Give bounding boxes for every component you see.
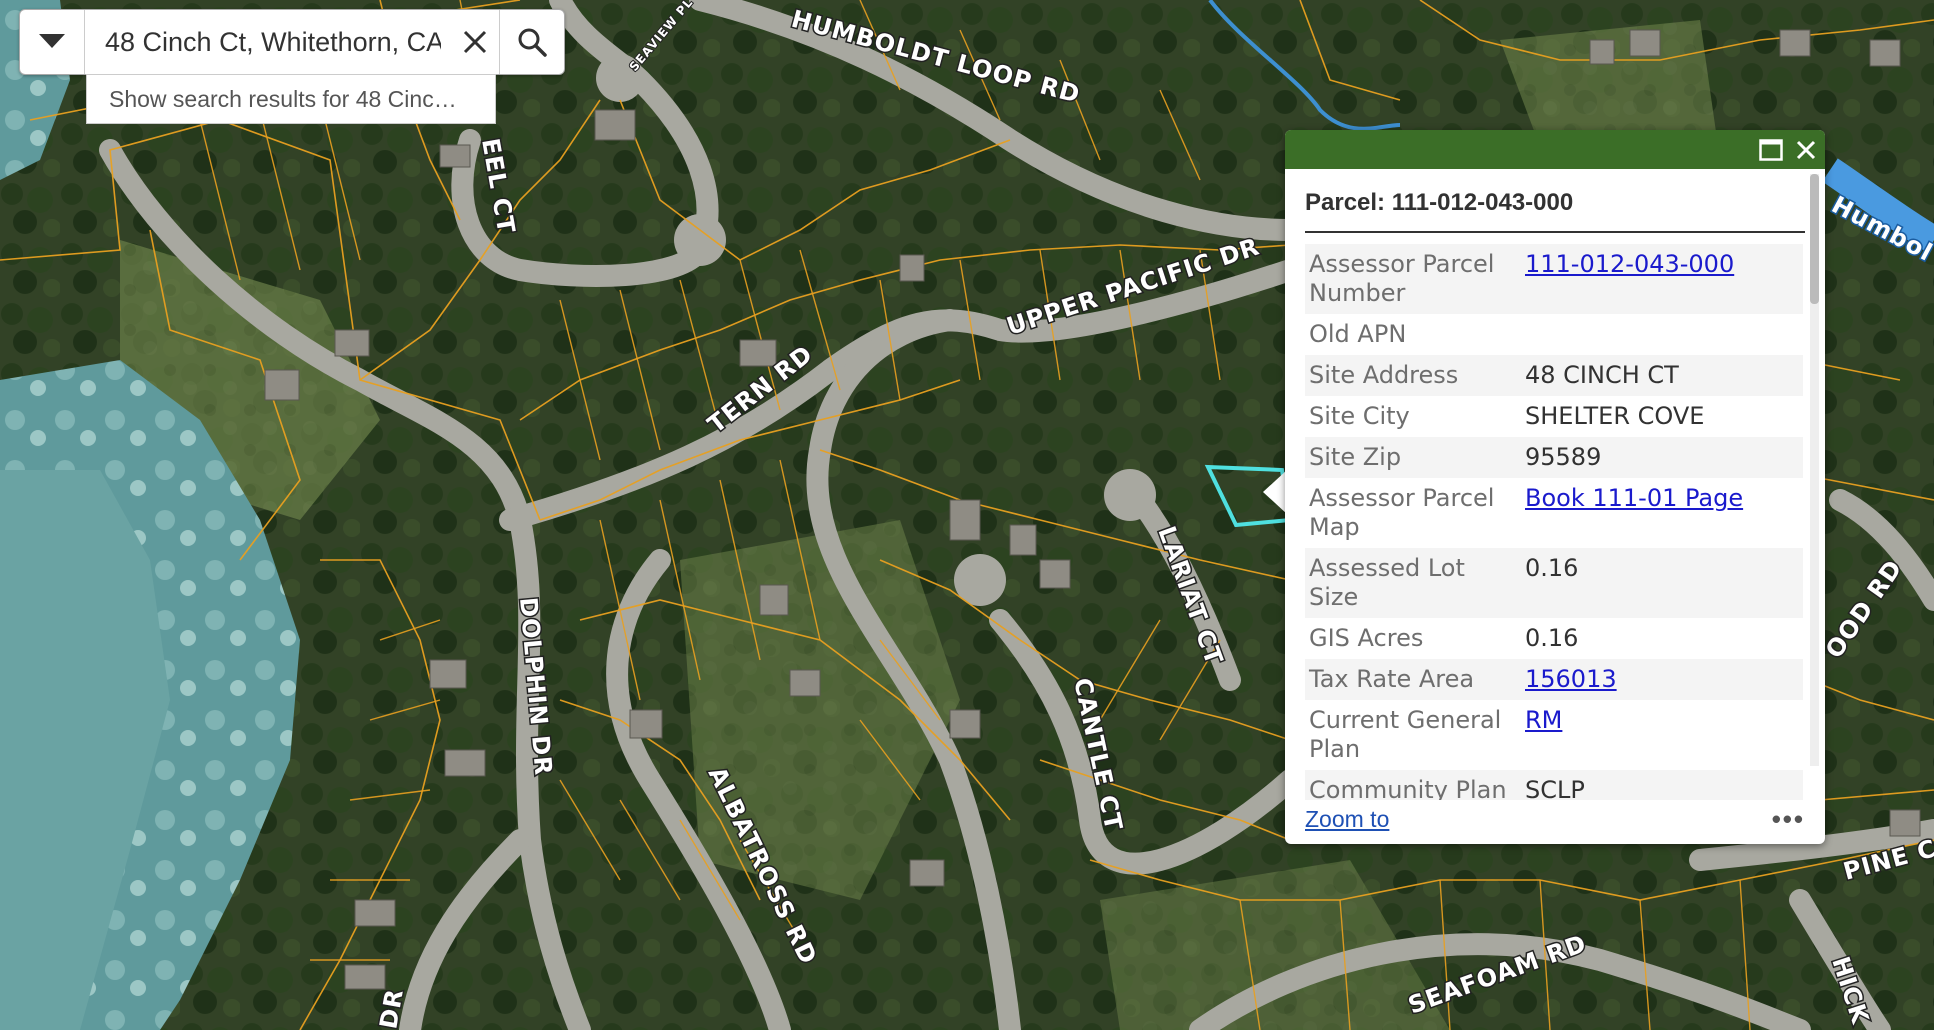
attribute-link[interactable]: 156013 xyxy=(1525,665,1617,693)
popup-footer: Zoom to ••• xyxy=(1305,804,1805,834)
attribute-row: Assessed Lot Size 0.16 xyxy=(1305,548,1803,618)
search-button[interactable] xyxy=(500,10,564,74)
attribute-value: 0.16 xyxy=(1525,554,1579,582)
popup-header xyxy=(1285,130,1825,169)
maximize-icon xyxy=(1759,138,1783,161)
attribute-value: RM xyxy=(1521,700,1803,770)
attribute-row: Current General Plan RM xyxy=(1305,700,1803,770)
maximize-button[interactable] xyxy=(1759,138,1783,161)
attribute-key: Site City xyxy=(1309,402,1410,430)
popup-content[interactable]: Assessor Parcel Number 111-012-043-000 Old… xyxy=(1305,244,1803,800)
attribute-link[interactable]: RM xyxy=(1525,706,1562,734)
attribute-row: Site City SHELTER COVE xyxy=(1305,396,1803,437)
attribute-value: 156013 xyxy=(1521,659,1803,700)
more-actions-button[interactable]: ••• xyxy=(1772,804,1805,835)
attribute-key: Site Zip xyxy=(1309,443,1402,471)
attribute-value: 111-012-043-000 xyxy=(1521,244,1803,314)
attribute-row: Old APN xyxy=(1305,314,1803,355)
attribute-row: Tax Rate Area 156013 xyxy=(1305,659,1803,700)
attribute-row: Site Address 48 CINCH CT xyxy=(1305,355,1803,396)
attribute-key: GIS Acres xyxy=(1309,624,1424,652)
attribute-key: Current General Plan xyxy=(1309,706,1502,763)
search-suggestion[interactable]: Show search results for 48 Cinc… xyxy=(86,74,496,124)
attribute-key: Site Address xyxy=(1309,361,1459,389)
attribute-value: 48 CINCH CT xyxy=(1525,361,1679,389)
popup-pointer xyxy=(1263,470,1287,514)
popup-title: Parcel: 111-012-043-000 xyxy=(1305,169,1805,233)
attribute-row: Site Zip 95589 xyxy=(1305,437,1803,478)
attribute-key: Assessor Parcel Number xyxy=(1309,250,1495,307)
attribute-row: Community Plan SCLP xyxy=(1305,770,1803,800)
attribute-value xyxy=(1521,314,1803,355)
search-source-dropdown-button[interactable] xyxy=(20,10,85,74)
attribute-key: Community Plan xyxy=(1309,776,1507,800)
attribute-value: SCLP xyxy=(1525,776,1585,800)
attribute-link[interactable]: 111-012-043-000 xyxy=(1525,250,1734,278)
attribute-key: Tax Rate Area xyxy=(1309,665,1475,693)
close-icon xyxy=(1796,140,1816,159)
attribute-value: Book 111-01 Page xyxy=(1521,478,1803,548)
attribute-key: Assessed Lot Size xyxy=(1309,554,1465,611)
attribute-row: Assessor Parcel Number 111-012-043-000 xyxy=(1305,244,1803,314)
search-input[interactable] xyxy=(85,10,451,74)
clear-search-button[interactable] xyxy=(451,10,500,74)
zoom-to-link[interactable]: Zoom to xyxy=(1305,806,1389,833)
attribute-row: GIS Acres 0.16 xyxy=(1305,618,1803,659)
attribute-value: 95589 xyxy=(1525,443,1602,471)
parcel-popup: Parcel: 111-012-043-000 Assessor Parcel … xyxy=(1285,130,1825,844)
popup-scroll-thumb[interactable] xyxy=(1810,174,1819,304)
attribute-key: Old APN xyxy=(1309,320,1407,348)
close-icon xyxy=(463,30,487,54)
search-icon xyxy=(518,28,547,57)
attribute-table: Assessor Parcel Number 111-012-043-000 Old… xyxy=(1305,244,1803,800)
attribute-link[interactable]: Book 111-01 Page xyxy=(1525,484,1743,512)
close-popup-button[interactable] xyxy=(1795,139,1817,161)
caret-down-icon xyxy=(39,34,65,48)
search-widget xyxy=(19,9,565,75)
attribute-row: Assessor Parcel Map Book 111-01 Page xyxy=(1305,478,1803,548)
attribute-value: SHELTER COVE xyxy=(1525,402,1705,430)
attribute-value: 0.16 xyxy=(1525,624,1579,652)
attribute-key: Assessor Parcel Map xyxy=(1309,484,1495,541)
